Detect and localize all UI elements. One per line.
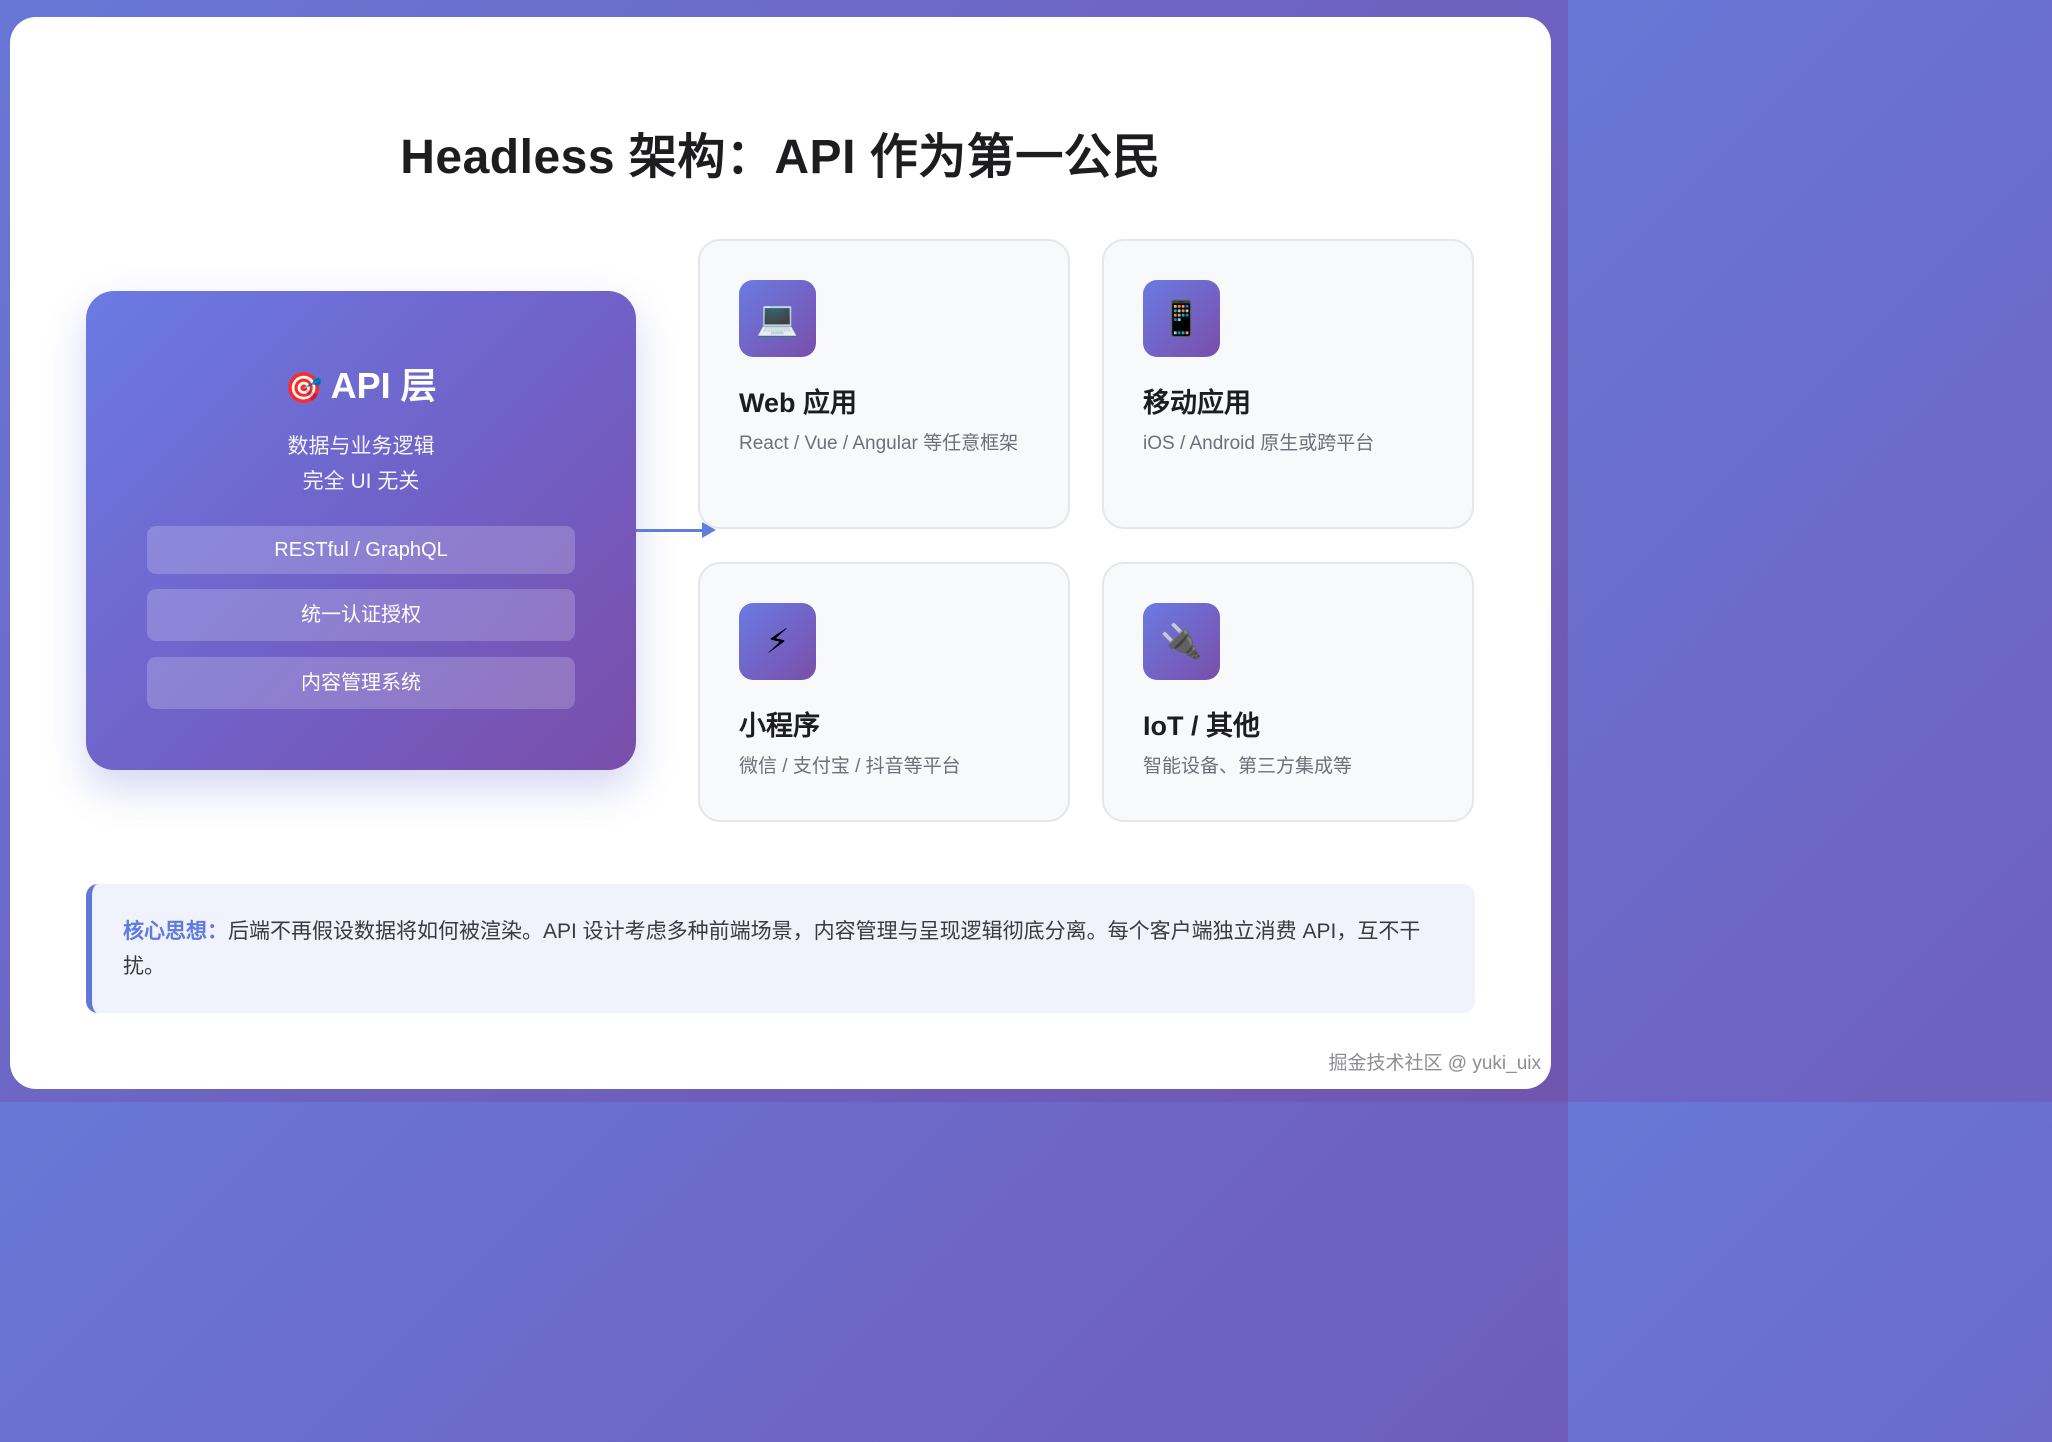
lightning-icon: ⚡	[739, 603, 816, 680]
api-feature-auth: 统一认证授权	[147, 589, 575, 641]
laptop-icon: 💻	[739, 280, 816, 357]
api-desc-line-2: 完全 UI 无关	[302, 470, 420, 493]
client-description: 微信 / 支付宝 / 抖音等平台	[739, 756, 961, 777]
client-card-web: 💻 Web 应用 React / Vue / Angular 等任意框架	[698, 239, 1070, 529]
api-feature-restful: RESTful / GraphQL	[147, 526, 575, 574]
api-layer-box: 🎯 API 层 数据与业务逻辑 完全 UI 无关 RESTful / GraphQ…	[86, 291, 636, 770]
watermark: 掘金技术社区 @ yuki_uix	[1328, 1053, 1542, 1074]
target-icon: 🎯	[285, 372, 323, 405]
api-layer-description: 数据与业务逻辑 完全 UI 无关	[86, 429, 636, 499]
api-layer-title: 🎯 API 层	[86, 357, 636, 409]
client-title: 移动应用	[1143, 388, 1251, 418]
client-title: 小程序	[739, 711, 820, 741]
api-layer-label: API 层	[330, 365, 437, 406]
main-card: Headless 架构：API 作为第一公民 🎯 API 层 数据与业务逻辑 完全…	[10, 17, 1551, 1089]
client-description: 智能设备、第三方集成等	[1143, 756, 1353, 777]
connector-line	[636, 529, 708, 532]
plug-icon: 🔌	[1143, 603, 1220, 680]
note-label: 核心思想：	[123, 920, 228, 943]
client-title: IoT / 其他	[1143, 711, 1260, 741]
mobile-phone-icon: 📱	[1143, 280, 1220, 357]
client-title: Web 应用	[739, 388, 858, 418]
client-card-miniprogram: ⚡ 小程序 微信 / 支付宝 / 抖音等平台	[698, 562, 1070, 822]
client-card-mobile: 📱 移动应用 iOS / Android 原生或跨平台	[1102, 239, 1474, 529]
core-idea-note: 核心思想：后端不再假设数据将如何被渲染。API 设计考虑多种前端场景，内容管理与…	[86, 884, 1475, 1013]
api-desc-line-1: 数据与业务逻辑	[287, 435, 435, 458]
note-text: 后端不再假设数据将如何被渲染。API 设计考虑多种前端场景，内容管理与呈现逻辑彻…	[123, 920, 1421, 978]
client-card-iot: 🔌 IoT / 其他 智能设备、第三方集成等	[1102, 562, 1474, 822]
api-feature-cms: 内容管理系统	[147, 657, 575, 709]
client-description: iOS / Android 原生或跨平台	[1143, 433, 1375, 454]
page-title: Headless 架构：API 作为第一公民	[400, 131, 1161, 184]
client-description: React / Vue / Angular 等任意框架	[739, 433, 1019, 454]
